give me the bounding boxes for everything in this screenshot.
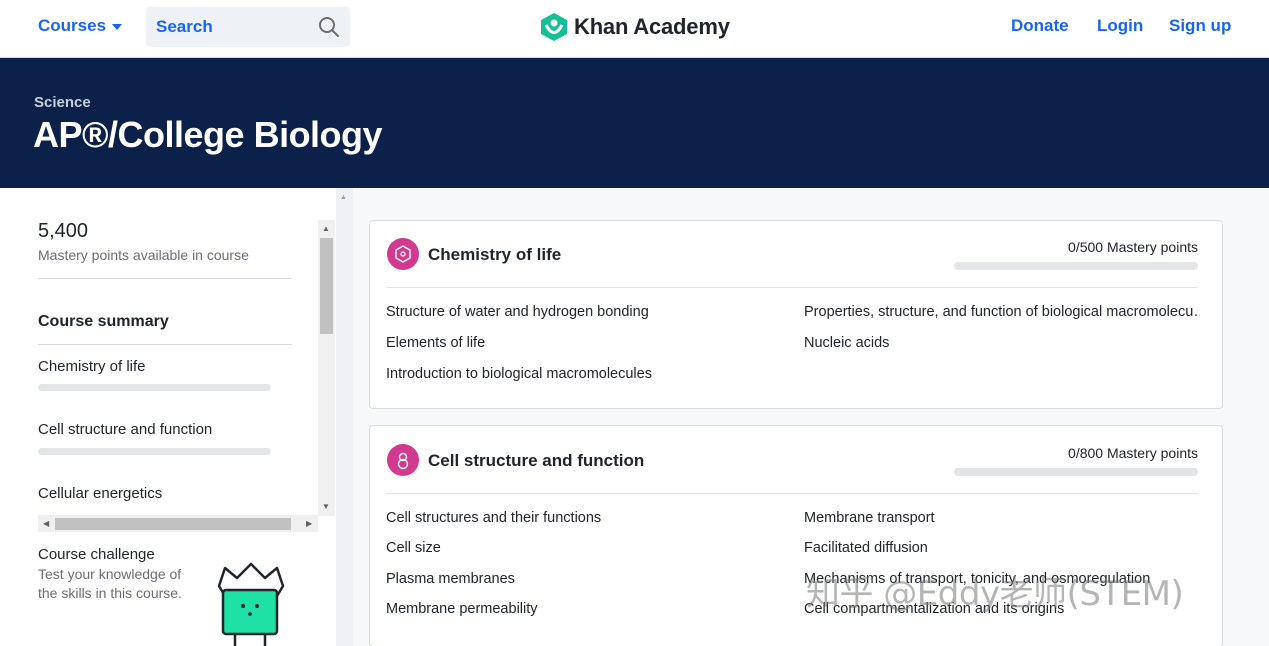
- sidebar-item-cellular-energetics[interactable]: Cellular energetics: [38, 485, 162, 502]
- logo-text: Khan Academy: [574, 14, 730, 39]
- scroll-down-arrow-icon[interactable]: ▼: [322, 502, 330, 511]
- unit-mastery-bar: [954, 468, 1198, 476]
- unit-title[interactable]: Chemistry of life: [428, 245, 561, 265]
- lesson-link[interactable]: Structure of water and hydrogen bonding: [386, 304, 649, 320]
- signup-link[interactable]: Sign up: [1169, 16, 1231, 36]
- scroll-up-arrow-icon[interactable]: ▲: [322, 224, 330, 233]
- sidebar-progress-bar: [38, 448, 271, 455]
- unit-title[interactable]: Cell structure and function: [428, 451, 644, 471]
- page-scroll-up-icon[interactable]: ▲: [340, 194, 347, 201]
- courses-menu-button[interactable]: Courses: [38, 16, 123, 36]
- scroll-right-arrow-icon[interactable]: ▶: [306, 519, 312, 528]
- chevron-down-icon: [112, 24, 123, 30]
- lesson-link[interactable]: Cell size: [386, 540, 441, 556]
- sidebar-hscroll-thumb[interactable]: [55, 518, 291, 530]
- divider: [38, 278, 292, 279]
- sidebar-scroll-thumb[interactable]: [320, 238, 333, 334]
- scroll-left-arrow-icon[interactable]: ◀: [43, 519, 49, 528]
- top-nav: Courses Search Khan Academy Donate Login…: [0, 0, 1269, 58]
- search-placeholder: Search: [156, 17, 213, 36]
- page-vertical-scrollbar[interactable]: ▲: [336, 188, 353, 646]
- donate-link[interactable]: Donate: [1011, 16, 1069, 36]
- logo-hexagon-icon: [541, 13, 567, 41]
- unit-mastery-points: 0/800 Mastery points: [1068, 445, 1198, 461]
- unit-card-chemistry-of-life: Chemistry of life 0/500 Mastery points S…: [369, 220, 1223, 409]
- lesson-link[interactable]: Membrane transport: [804, 510, 935, 526]
- unit-mastery-points: 0/500 Mastery points: [1068, 239, 1198, 255]
- course-sidebar: 5,400 Mastery points available in course…: [0, 188, 336, 646]
- lesson-link[interactable]: Introduction to biological macromolecule…: [386, 366, 652, 382]
- lesson-link[interactable]: Plasma membranes: [386, 571, 515, 587]
- course-header: Science AP®/College Biology: [0, 58, 1269, 188]
- cell-icon: [387, 444, 419, 476]
- search-icon[interactable]: [318, 16, 340, 38]
- page-title: AP®/College Biology: [33, 114, 383, 155]
- mastery-points-caption: Mastery points available in course: [38, 247, 249, 263]
- course-summary-title: Course summary: [38, 313, 169, 330]
- lesson-link[interactable]: Elements of life: [386, 335, 485, 351]
- search-input[interactable]: Search: [146, 7, 350, 47]
- sidebar-item-chemistry-of-life[interactable]: Chemistry of life: [38, 358, 146, 375]
- card-divider: [386, 287, 1198, 288]
- card-divider: [386, 493, 1198, 494]
- mascot-crown-icon: [217, 562, 285, 646]
- lesson-link[interactable]: Facilitated diffusion: [804, 540, 928, 556]
- login-link[interactable]: Login: [1097, 16, 1143, 36]
- mastery-points-total: 5,400: [38, 220, 89, 242]
- molecule-icon: [387, 238, 419, 270]
- course-challenge-text: Test your knowledge of the skills in thi…: [38, 566, 182, 601]
- sidebar-item-cell-structure[interactable]: Cell structure and function: [38, 421, 212, 438]
- courses-label: Courses: [38, 16, 107, 35]
- breadcrumb[interactable]: Science: [34, 94, 91, 111]
- lesson-link[interactable]: Nucleic acids: [804, 335, 889, 351]
- lesson-link[interactable]: Cell structures and their functions: [386, 510, 601, 526]
- watermark: 知乎 @Eddy老师(STEM): [806, 574, 1184, 614]
- unit-mastery-bar: [954, 262, 1198, 270]
- sidebar-progress-bar: [38, 384, 271, 391]
- lesson-link[interactable]: Membrane permeability: [386, 601, 538, 617]
- course-challenge-title[interactable]: Course challenge: [38, 546, 155, 563]
- lesson-link[interactable]: Properties, structure, and function of b…: [804, 304, 1200, 320]
- khan-academy-logo[interactable]: Khan Academy: [540, 12, 730, 42]
- divider: [38, 344, 292, 345]
